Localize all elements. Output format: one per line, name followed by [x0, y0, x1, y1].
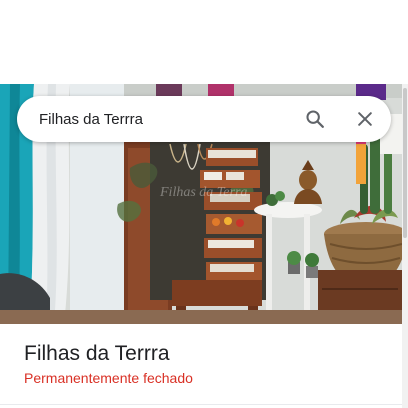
place-info-panel: Filhas da Terrra Permanentemente fechado	[0, 324, 402, 408]
search-input[interactable]	[39, 96, 289, 142]
place-status: Permanentemente fechado	[24, 370, 193, 386]
search-button[interactable]	[299, 103, 331, 135]
place-title: Filhas da Terrra	[24, 342, 170, 365]
maps-screen: Filhas da Terra Filhas da Terrra Permane…	[0, 0, 408, 408]
top-blank-area	[0, 0, 408, 84]
photo-sign-text: Filhas da Terra	[159, 185, 247, 200]
scrollbar-thumb[interactable]	[403, 88, 407, 238]
search-icon	[306, 110, 324, 128]
divider	[0, 404, 402, 405]
close-icon	[358, 112, 372, 126]
search-box[interactable]	[17, 96, 391, 142]
close-button[interactable]	[349, 103, 381, 135]
